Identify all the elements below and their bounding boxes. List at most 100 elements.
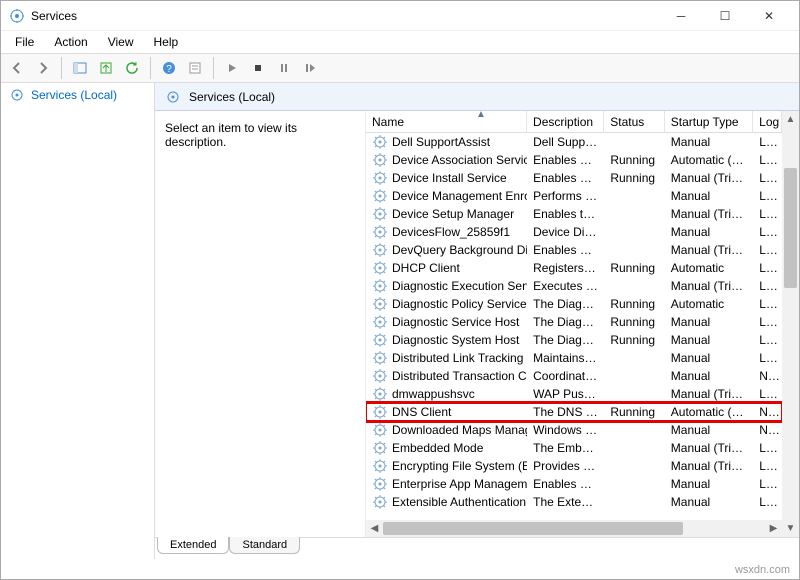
service-row[interactable]: Embedded ModeThe Embed...Manual (Trig...… (366, 439, 782, 457)
col-header-status[interactable]: Status (604, 111, 664, 132)
cell-description: The Embed... (527, 441, 604, 455)
menu-action[interactable]: Action (44, 33, 97, 51)
service-name: Embedded Mode (392, 441, 483, 455)
services-list[interactable]: ▲ Name Description Status Startup Type L… (365, 111, 782, 537)
service-row[interactable]: Dell SupportAssistDell Suppor...ManualLo… (366, 133, 782, 151)
service-name: Downloaded Maps Manager (392, 423, 527, 437)
gear-icon (372, 224, 388, 240)
scroll-thumb[interactable] (784, 168, 797, 288)
properties-button[interactable] (183, 56, 207, 80)
service-row[interactable]: Diagnostic Execution ServiceExecutes dia… (366, 277, 782, 295)
menu-view[interactable]: View (98, 33, 144, 51)
services-app-icon (9, 8, 25, 24)
help-button[interactable]: ? (157, 56, 181, 80)
service-row[interactable]: Diagnostic Service HostThe Diagno...Runn… (366, 313, 782, 331)
service-row[interactable]: DevicesFlow_25859f1Device Disc...ManualL… (366, 223, 782, 241)
col-header-logon[interactable]: Log (753, 111, 782, 132)
gear-icon (372, 386, 388, 402)
gear-icon (372, 422, 388, 438)
gear-icon (372, 134, 388, 150)
menu-help[interactable]: Help (144, 33, 189, 51)
cell-startup: Manual (665, 369, 753, 383)
show-hide-tree-button[interactable] (68, 56, 92, 80)
cell-startup: Manual (665, 477, 753, 491)
gear-icon (165, 89, 181, 105)
toolbar-separator (150, 57, 151, 79)
tree-node-services-local[interactable]: Services (Local) (1, 83, 154, 107)
description-prompt: Select an item to view its description. (165, 121, 297, 149)
scroll-thumb[interactable] (383, 522, 683, 535)
vertical-scrollbar[interactable]: ▲ ▼ (782, 111, 799, 537)
toolbar: ? (1, 53, 799, 83)
scroll-down-icon[interactable]: ▼ (782, 520, 799, 537)
tab-standard[interactable]: Standard (229, 537, 300, 554)
toolbar-separator (61, 57, 62, 79)
horizontal-scrollbar[interactable]: ◀ ▶ (366, 520, 782, 537)
cell-description: The Diagno... (527, 333, 604, 347)
service-name: Diagnostic Policy Service (392, 297, 527, 311)
service-row[interactable]: Diagnostic System HostThe Diagno...Runni… (366, 331, 782, 349)
service-name: Device Install Service (392, 171, 507, 185)
cell-description: Coordinates... (527, 369, 604, 383)
service-name: Dell SupportAssist (392, 135, 490, 149)
cell-logon: Loc (753, 387, 782, 401)
service-row[interactable]: dmwappushsvcWAP Push ...Manual (Trig...L… (366, 385, 782, 403)
cell-logon: Loc (753, 261, 782, 275)
service-name: DHCP Client (392, 261, 460, 275)
cell-name: DHCP Client (366, 260, 527, 276)
titlebar: Services ─ ☐ ✕ (1, 1, 799, 31)
service-row[interactable]: Device Setup ManagerEnables the ...Manua… (366, 205, 782, 223)
scroll-left-icon[interactable]: ◀ (366, 520, 383, 537)
service-row[interactable]: Downloaded Maps ManagerWindows se...Manu… (366, 421, 782, 439)
service-row[interactable]: Device Install ServiceEnables a c...Runn… (366, 169, 782, 187)
col-header-startup[interactable]: Startup Type (665, 111, 753, 132)
cell-name: Encrypting File System (EFS) (366, 458, 527, 474)
service-row[interactable]: Diagnostic Policy ServiceThe Diagno...Ru… (366, 295, 782, 313)
cell-name: Device Install Service (366, 170, 527, 186)
restart-service-button[interactable] (298, 56, 322, 80)
service-name: Distributed Link Tracking Cl... (392, 351, 527, 365)
service-name: Encrypting File System (EFS) (392, 459, 527, 473)
cell-logon: Loc (753, 333, 782, 347)
service-row[interactable]: DHCP ClientRegisters an...RunningAutomat… (366, 259, 782, 277)
scroll-right-icon[interactable]: ▶ (765, 520, 782, 537)
cell-startup: Automatic (T... (665, 153, 753, 167)
forward-button[interactable] (31, 56, 55, 80)
close-button[interactable]: ✕ (747, 2, 791, 30)
cell-logon: Loc (753, 135, 782, 149)
gear-icon (9, 87, 25, 103)
service-row[interactable]: Encrypting File System (EFS)Provides th.… (366, 457, 782, 475)
service-row[interactable]: Extensible Authentication P...The Extens… (366, 493, 782, 511)
service-row[interactable]: Device Association ServiceEnables pair..… (366, 151, 782, 169)
cell-name: DevicesFlow_25859f1 (366, 224, 527, 240)
cell-description: The Extensi... (527, 495, 604, 509)
export-list-button[interactable] (94, 56, 118, 80)
menu-file[interactable]: File (5, 33, 44, 51)
start-service-button[interactable] (220, 56, 244, 80)
service-row[interactable]: DNS ClientThe DNS Cli...RunningAutomatic… (366, 403, 782, 421)
tree-pane[interactable]: Services (Local) (1, 83, 155, 559)
list-header[interactable]: ▲ Name Description Status Startup Type L… (366, 111, 782, 133)
tab-extended[interactable]: Extended (157, 537, 229, 554)
cell-startup: Manual (Trig... (665, 387, 753, 401)
service-row[interactable]: Distributed Link Tracking Cl...Maintains… (366, 349, 782, 367)
scroll-up-icon[interactable]: ▲ (782, 111, 799, 128)
service-row[interactable]: Device Management Enroll...Performs D...… (366, 187, 782, 205)
back-button[interactable] (5, 56, 29, 80)
service-row[interactable]: Enterprise App Managemen...Enables ent..… (366, 475, 782, 493)
minimize-button[interactable]: ─ (659, 2, 703, 30)
col-header-description[interactable]: Description (527, 111, 604, 132)
pause-service-button[interactable] (272, 56, 296, 80)
cell-logon: Loc (753, 153, 782, 167)
stop-service-button[interactable] (246, 56, 270, 80)
col-header-name[interactable]: Name (366, 111, 527, 132)
cell-name: Extensible Authentication P... (366, 494, 527, 510)
service-row[interactable]: Distributed Transaction Co...Coordinates… (366, 367, 782, 385)
cell-name: Distributed Link Tracking Cl... (366, 350, 527, 366)
maximize-button[interactable]: ☐ (703, 2, 747, 30)
service-row[interactable]: DevQuery Background Disc...Enables app..… (366, 241, 782, 259)
refresh-button[interactable] (120, 56, 144, 80)
cell-logon: Loc (753, 315, 782, 329)
tree-node-label: Services (Local) (31, 88, 117, 102)
gear-icon (372, 170, 388, 186)
